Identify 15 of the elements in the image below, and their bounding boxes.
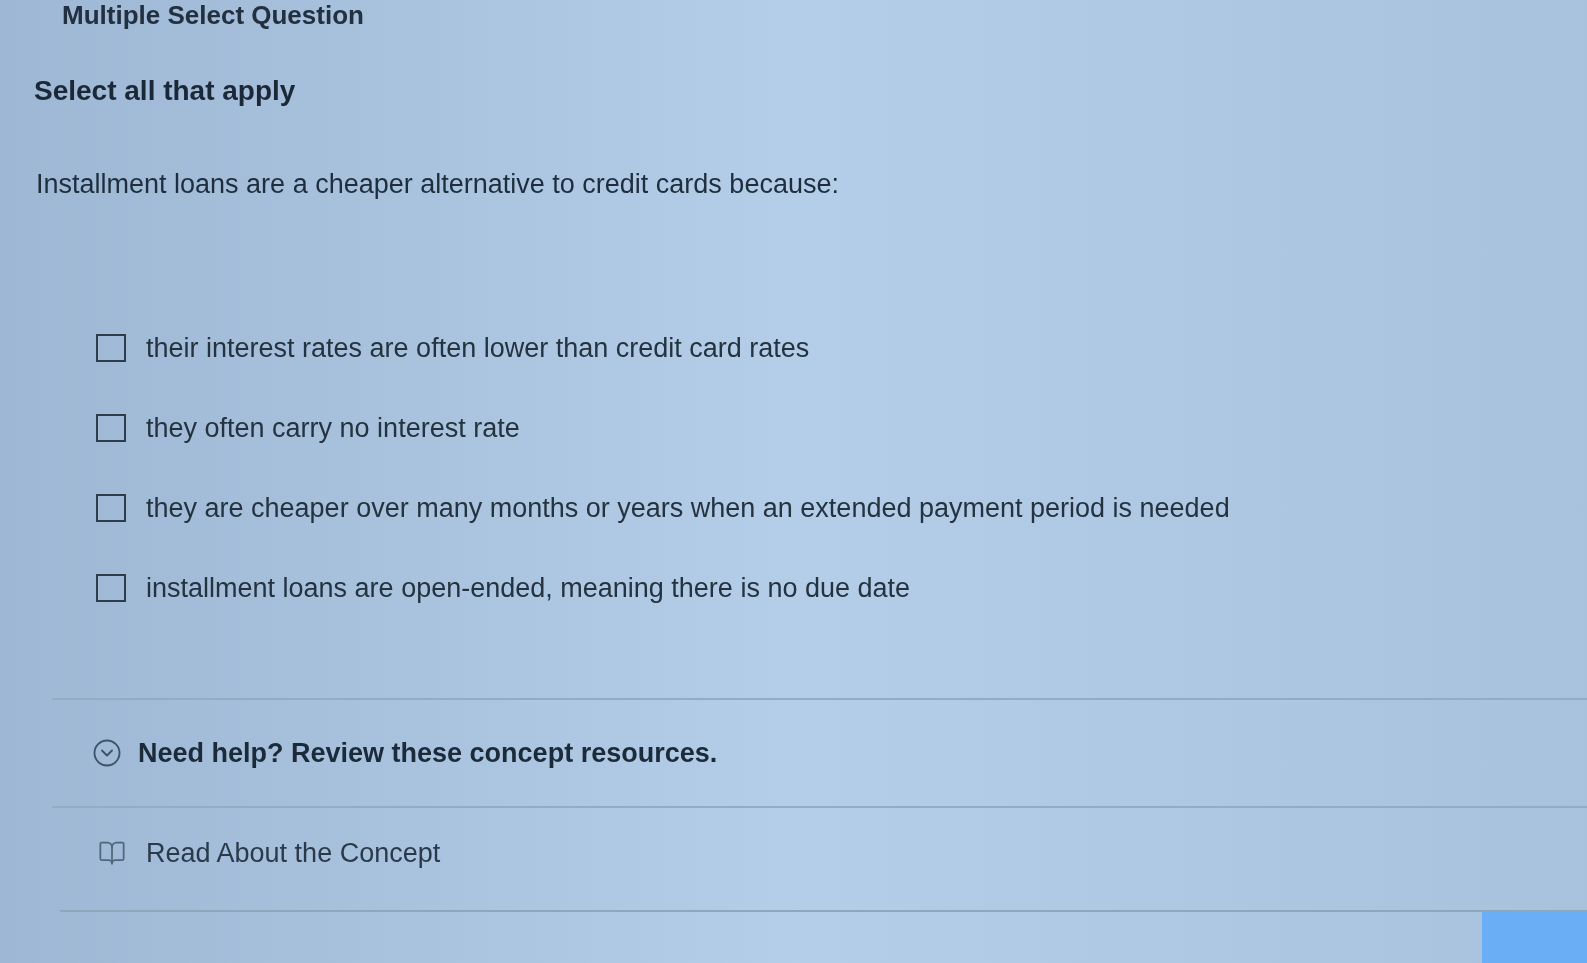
book-icon — [96, 839, 128, 867]
checkbox[interactable] — [96, 494, 126, 522]
option-label: they often carry no interest rate — [146, 412, 520, 445]
option-label: installment loans are open-ended, meaning there is no due date — [146, 572, 910, 605]
checkbox[interactable] — [96, 414, 126, 442]
checkbox[interactable] — [96, 574, 126, 602]
option-label: their interest rates are often lower than credit card rates — [146, 332, 810, 365]
chevron-down-icon[interactable] — [92, 738, 122, 768]
question-text: Installment loans are a cheaper alternative to credit cards because: — [36, 169, 839, 199]
question-type-title: Multiple Select Question — [62, 0, 364, 30]
help-heading[interactable]: Need help? Review these concept resources. — [138, 736, 718, 770]
checkbox[interactable] — [96, 334, 126, 362]
option-label: they are cheaper over many months or years when an extended payment period is needed — [146, 492, 1230, 525]
resource-link[interactable]: Read About the Concept — [146, 836, 441, 870]
instruction-text: Select all that apply — [34, 75, 296, 106]
